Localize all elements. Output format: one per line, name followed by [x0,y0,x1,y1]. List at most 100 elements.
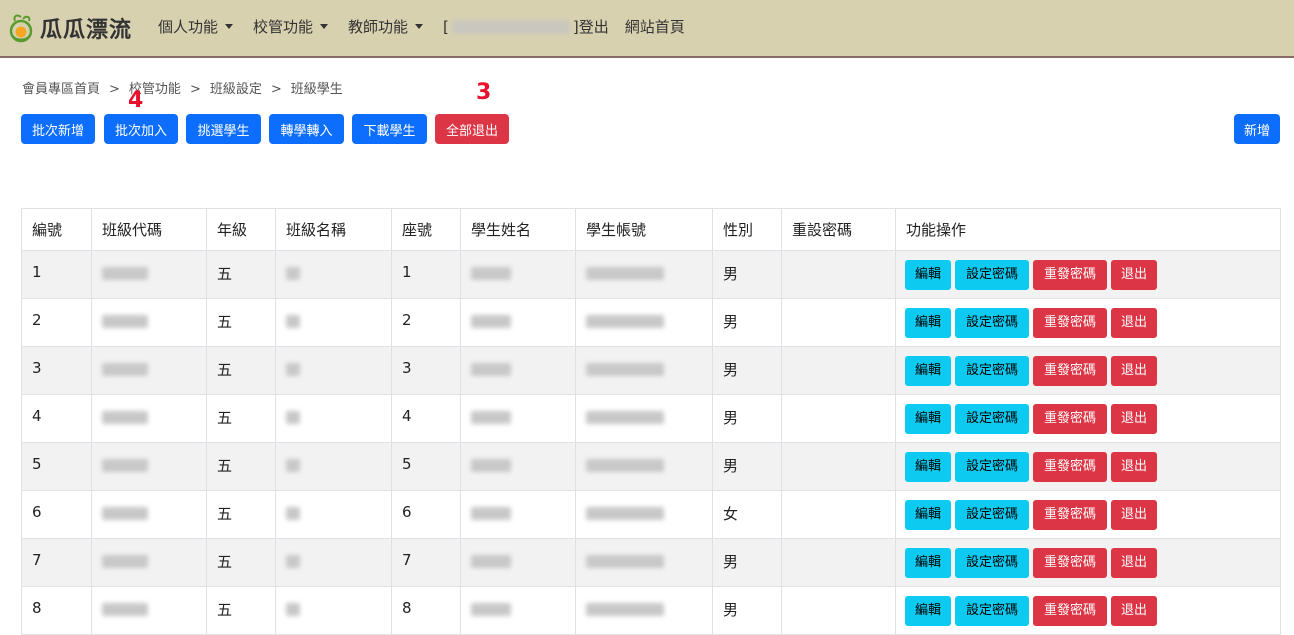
cell-seat: 5 [391,442,461,491]
cell-grade: 五 [206,490,276,539]
blurred-student-account [586,267,664,280]
exit-button[interactable]: 退出 [1111,308,1157,338]
cell-class-name [275,394,392,443]
set-password-button[interactable]: 設定密碼 [955,308,1029,338]
resend-password-button[interactable]: 重發密碼 [1033,548,1107,578]
blurred-class-code [102,267,148,280]
cell-reset-password [781,298,896,347]
exit-all-button[interactable]: 全部退出 [435,114,509,144]
col-header-class-name: 班級名稱 [275,208,392,251]
cell-seat: 7 [391,538,461,587]
blurred-student-name [471,555,511,568]
cell-class-code [91,394,207,443]
col-header-class-code: 班級代碼 [91,208,207,251]
col-header-student-account: 學生帳號 [575,208,713,251]
set-password-button[interactable]: 設定密碼 [955,596,1029,626]
blurred-student-name [471,507,511,520]
breadcrumb-class-students: 班級學生 [290,82,343,97]
blurred-class-code [102,555,148,568]
blurred-class-code [102,315,148,328]
batch-create-button[interactable]: 批次新增 [21,114,95,144]
edit-button[interactable]: 編輯 [905,356,951,386]
cell-class-name [275,538,392,587]
resend-password-button[interactable]: 重發密碼 [1033,356,1107,386]
cell-gender: 男 [712,346,782,395]
blurred-class-code [102,507,148,520]
exit-button[interactable]: 退出 [1111,452,1157,482]
set-password-button[interactable]: 設定密碼 [955,452,1029,482]
cell-reset-password [781,442,896,491]
nav-teacher-menu[interactable]: 教師功能 [348,16,424,37]
blurred-student-name [471,459,511,472]
edit-button[interactable]: 編輯 [905,404,951,434]
cell-student-account [575,250,713,299]
col-header-reset-password: 重設密碼 [781,208,896,251]
logout-link[interactable]: 登出 [579,16,609,37]
cell-reset-password [781,490,896,539]
site-home-link[interactable]: 網站首頁 [625,16,685,37]
cell-reset-password [781,346,896,395]
cell-actions: 編輯 設定密碼 重發密碼 退出 [895,490,1281,539]
exit-button[interactable]: 退出 [1111,356,1157,386]
edit-button[interactable]: 編輯 [905,500,951,530]
set-password-button[interactable]: 設定密碼 [955,404,1029,434]
pick-students-button[interactable]: 挑選學生 [186,114,261,144]
set-password-button[interactable]: 設定密碼 [955,356,1029,386]
add-new-button[interactable]: 新增 [1234,114,1280,144]
exit-button[interactable]: 退出 [1111,404,1157,434]
edit-button[interactable]: 編輯 [905,596,951,626]
blurred-class-name [286,363,300,376]
cell-student-name [460,442,576,491]
resend-password-button[interactable]: 重發密碼 [1033,452,1107,482]
table-row: 3 五 3 男 編輯 設定密碼 重發密碼 退出 [21,346,1281,395]
cell-student-name [460,586,576,635]
set-password-button[interactable]: 設定密碼 [955,500,1029,530]
edit-button[interactable]: 編輯 [905,308,951,338]
edit-button[interactable]: 編輯 [905,452,951,482]
cell-class-name [275,442,392,491]
exit-button[interactable]: 退出 [1111,596,1157,626]
resend-password-button[interactable]: 重發密碼 [1033,596,1107,626]
cell-id: 6 [21,490,92,539]
transfer-in-button[interactable]: 轉學轉入 [269,114,344,144]
blurred-student-account [586,363,664,376]
cell-id: 7 [21,538,92,587]
nav-personal-menu[interactable]: 個人功能 [158,16,234,37]
cell-reset-password [781,586,896,635]
cell-gender: 女 [712,490,782,539]
col-header-actions: 功能操作 [895,208,1281,251]
cell-student-account [575,586,713,635]
exit-button[interactable]: 退出 [1111,548,1157,578]
exit-button[interactable]: 退出 [1111,260,1157,290]
edit-button[interactable]: 編輯 [905,260,951,290]
breadcrumb: 會員專區首頁 > 校管功能 > 班級設定 > 班級學生 [22,82,343,97]
col-header-id: 編號 [21,208,92,251]
resend-password-button[interactable]: 重發密碼 [1033,500,1107,530]
edit-button[interactable]: 編輯 [905,548,951,578]
cell-grade: 五 [206,586,276,635]
set-password-button[interactable]: 設定密碼 [955,260,1029,290]
blurred-class-name [286,555,300,568]
resend-password-button[interactable]: 重發密碼 [1033,308,1107,338]
breadcrumb-member-home[interactable]: 會員專區首頁 [22,82,100,97]
blurred-student-account [586,459,664,472]
cell-class-name [275,490,392,539]
cell-id: 4 [21,394,92,443]
blurred-student-account [586,411,664,424]
nav-school-admin-menu[interactable]: 校管功能 [253,16,329,37]
students-table: 編號 班級代碼 年級 班級名稱 座號 學生姓名 學生帳號 性別 重設密碼 功能操… [21,208,1281,635]
breadcrumb-class-settings[interactable]: 班級設定 [210,82,262,97]
nav-menu: 個人功能 校管功能 教師功能 [ ] 登出 網站首頁 [158,16,705,37]
cell-student-name [460,298,576,347]
batch-join-button[interactable]: 批次加入 [104,114,178,144]
cell-student-name [460,394,576,443]
resend-password-button[interactable]: 重發密碼 [1033,404,1107,434]
download-students-button[interactable]: 下載學生 [352,114,427,144]
set-password-button[interactable]: 設定密碼 [955,548,1029,578]
brand-logo[interactable]: 瓜瓜漂流 [6,12,132,44]
exit-button[interactable]: 退出 [1111,500,1157,530]
blurred-class-name [286,507,300,520]
cell-student-name [460,538,576,587]
resend-password-button[interactable]: 重發密碼 [1033,260,1107,290]
blurred-class-code [102,411,148,424]
